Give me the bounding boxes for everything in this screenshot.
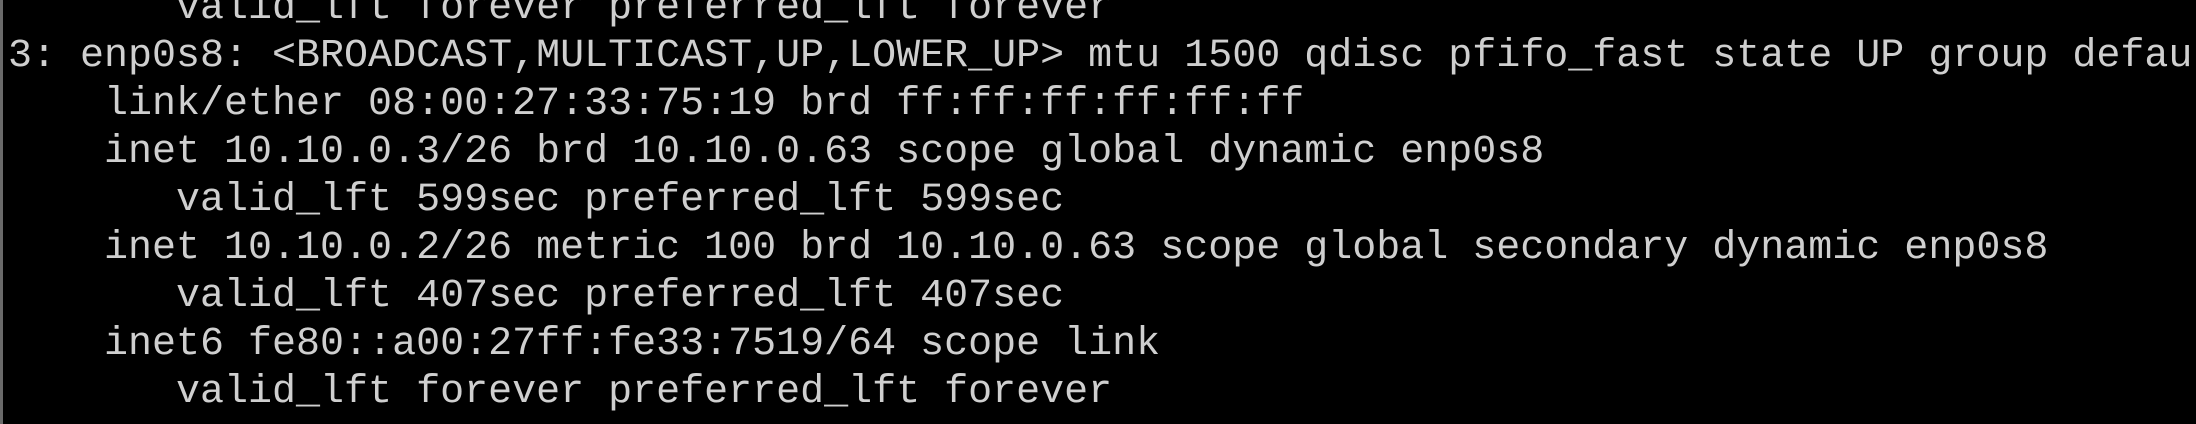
terminal-line: valid_lft 599sec preferred_lft 599sec — [8, 178, 1065, 223]
terminal-line: inet6 fe80::a00:27ff:fe33:7519/64 scope … — [8, 322, 1161, 367]
terminal-line: valid_lft forever preferred_lft forever — [8, 0, 1113, 31]
terminal-line: inet 10.10.0.2/26 metric 100 brd 10.10.0… — [8, 226, 2049, 271]
terminal-line: valid_lft 407sec preferred_lft 407sec — [8, 274, 1065, 319]
window-border — [0, 0, 3, 424]
terminal-line: valid_lft forever preferred_lft forever — [8, 370, 1113, 415]
terminal-line: link/ether 08:00:27:33:75:19 brd ff:ff:f… — [8, 82, 1305, 127]
terminal-output[interactable]: valid_lft forever preferred_lft forever 3… — [8, 0, 2192, 417]
terminal-line: inet 10.10.0.3/26 brd 10.10.0.63 scope g… — [8, 130, 1545, 175]
terminal-line: 3: enp0s8: <BROADCAST,MULTICAST,UP,LOWER… — [8, 34, 2193, 79]
